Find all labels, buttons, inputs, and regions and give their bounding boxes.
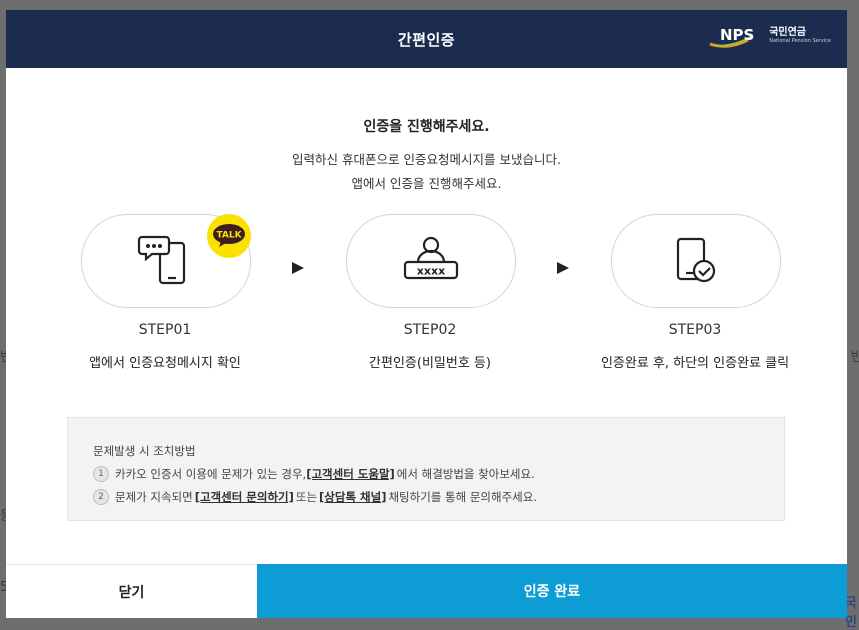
password-user-icon: xxxx	[403, 236, 459, 280]
kakao-talk-text: TALK	[216, 231, 242, 241]
help-item-1: 1 카카오 인증서 이용에 문제가 있는 경우, [고객센터 도움말] 에서 해…	[93, 466, 535, 482]
help-item-text: 문제가 지속되면	[115, 490, 193, 504]
step-arrow-icon	[557, 262, 569, 274]
number-badge: 1	[93, 466, 109, 482]
svg-text:xxxx: xxxx	[417, 265, 445, 278]
consult-talk-channel-link[interactable]: [상담톡 채널]	[319, 489, 386, 505]
step2-description: 간편인증(비밀번호 등)	[369, 356, 491, 371]
help-center-inquiry-link[interactable]: [고객센터 문의하기]	[195, 489, 294, 505]
phone-chat-icon	[137, 235, 186, 285]
step-arrow-icon	[292, 262, 304, 274]
step1-label: STEP01	[138, 322, 192, 338]
modal-title: 간편인증	[397, 30, 456, 49]
help-item-text: 에서 해결방법을 찾아보세요.	[396, 467, 535, 481]
logo-english-text: National Pension Service	[769, 38, 831, 44]
help-item-text: 또는	[295, 490, 318, 504]
close-button[interactable]: 닫기	[6, 564, 257, 618]
intro-title: 인증을 진행해주세요.	[363, 119, 490, 135]
logo-korean-text: 국민연금	[769, 27, 807, 38]
step2-circle: xxxx	[346, 214, 516, 308]
help-item-text: 채팅하기를 통해 문의해주세요.	[388, 490, 537, 504]
logo-mark-text: NPS	[720, 26, 754, 44]
intro-description: 입력하신 휴대폰으로 인증요청메시지를 보냈습니다. 앱에서 인증을 진행해주세…	[6, 148, 847, 196]
intro-desc-line1: 입력하신 휴대폰으로 인증요청메시지를 보냈습니다.	[292, 152, 561, 167]
background-text: 국민	[845, 596, 857, 630]
help-item-2: 2 문제가 지속되면 [고객센터 문의하기] 또는 [상담톡 채널] 채팅하기를…	[93, 489, 537, 505]
modal-header: 간편인증 NPS 국민연금 National Pension Service	[6, 10, 847, 68]
nps-logo-mark: NPS	[709, 26, 755, 48]
kakao-talk-icon: TALK	[207, 214, 251, 258]
help-center-guide-link[interactable]: [고객센터 도움말]	[306, 466, 395, 482]
troubleshooting-title: 문제발생 시 조치방법	[93, 444, 196, 458]
step1-description: 앱에서 인증요청메시지 확인	[89, 356, 241, 371]
intro-desc-line2: 앱에서 인증을 진행해주세요.	[351, 176, 502, 191]
step3-label: STEP03	[668, 322, 722, 338]
nps-logo: NPS 국민연금 National Pension Service	[708, 24, 831, 48]
background-text: 반	[851, 350, 859, 365]
phone-check-icon	[676, 237, 716, 283]
help-item-text: 카카오 인증서 이용에 문제가 있는 경우,	[115, 467, 307, 481]
modal-footer: 닫기 인증 완료	[6, 564, 847, 618]
auth-modal: 간편인증 NPS 국민연금 National Pension Service 인…	[6, 10, 847, 618]
step3-circle	[611, 214, 781, 308]
troubleshooting-box: 문제발생 시 조치방법 1 카카오 인증서 이용에 문제가 있는 경우, [고객…	[67, 417, 785, 521]
auth-complete-button[interactable]: 인증 완료	[257, 564, 847, 618]
step2-label: STEP02	[403, 322, 457, 338]
step3-description: 인증완료 후, 하단의 인증완료 클릭	[600, 356, 790, 371]
number-badge: 2	[93, 489, 109, 505]
